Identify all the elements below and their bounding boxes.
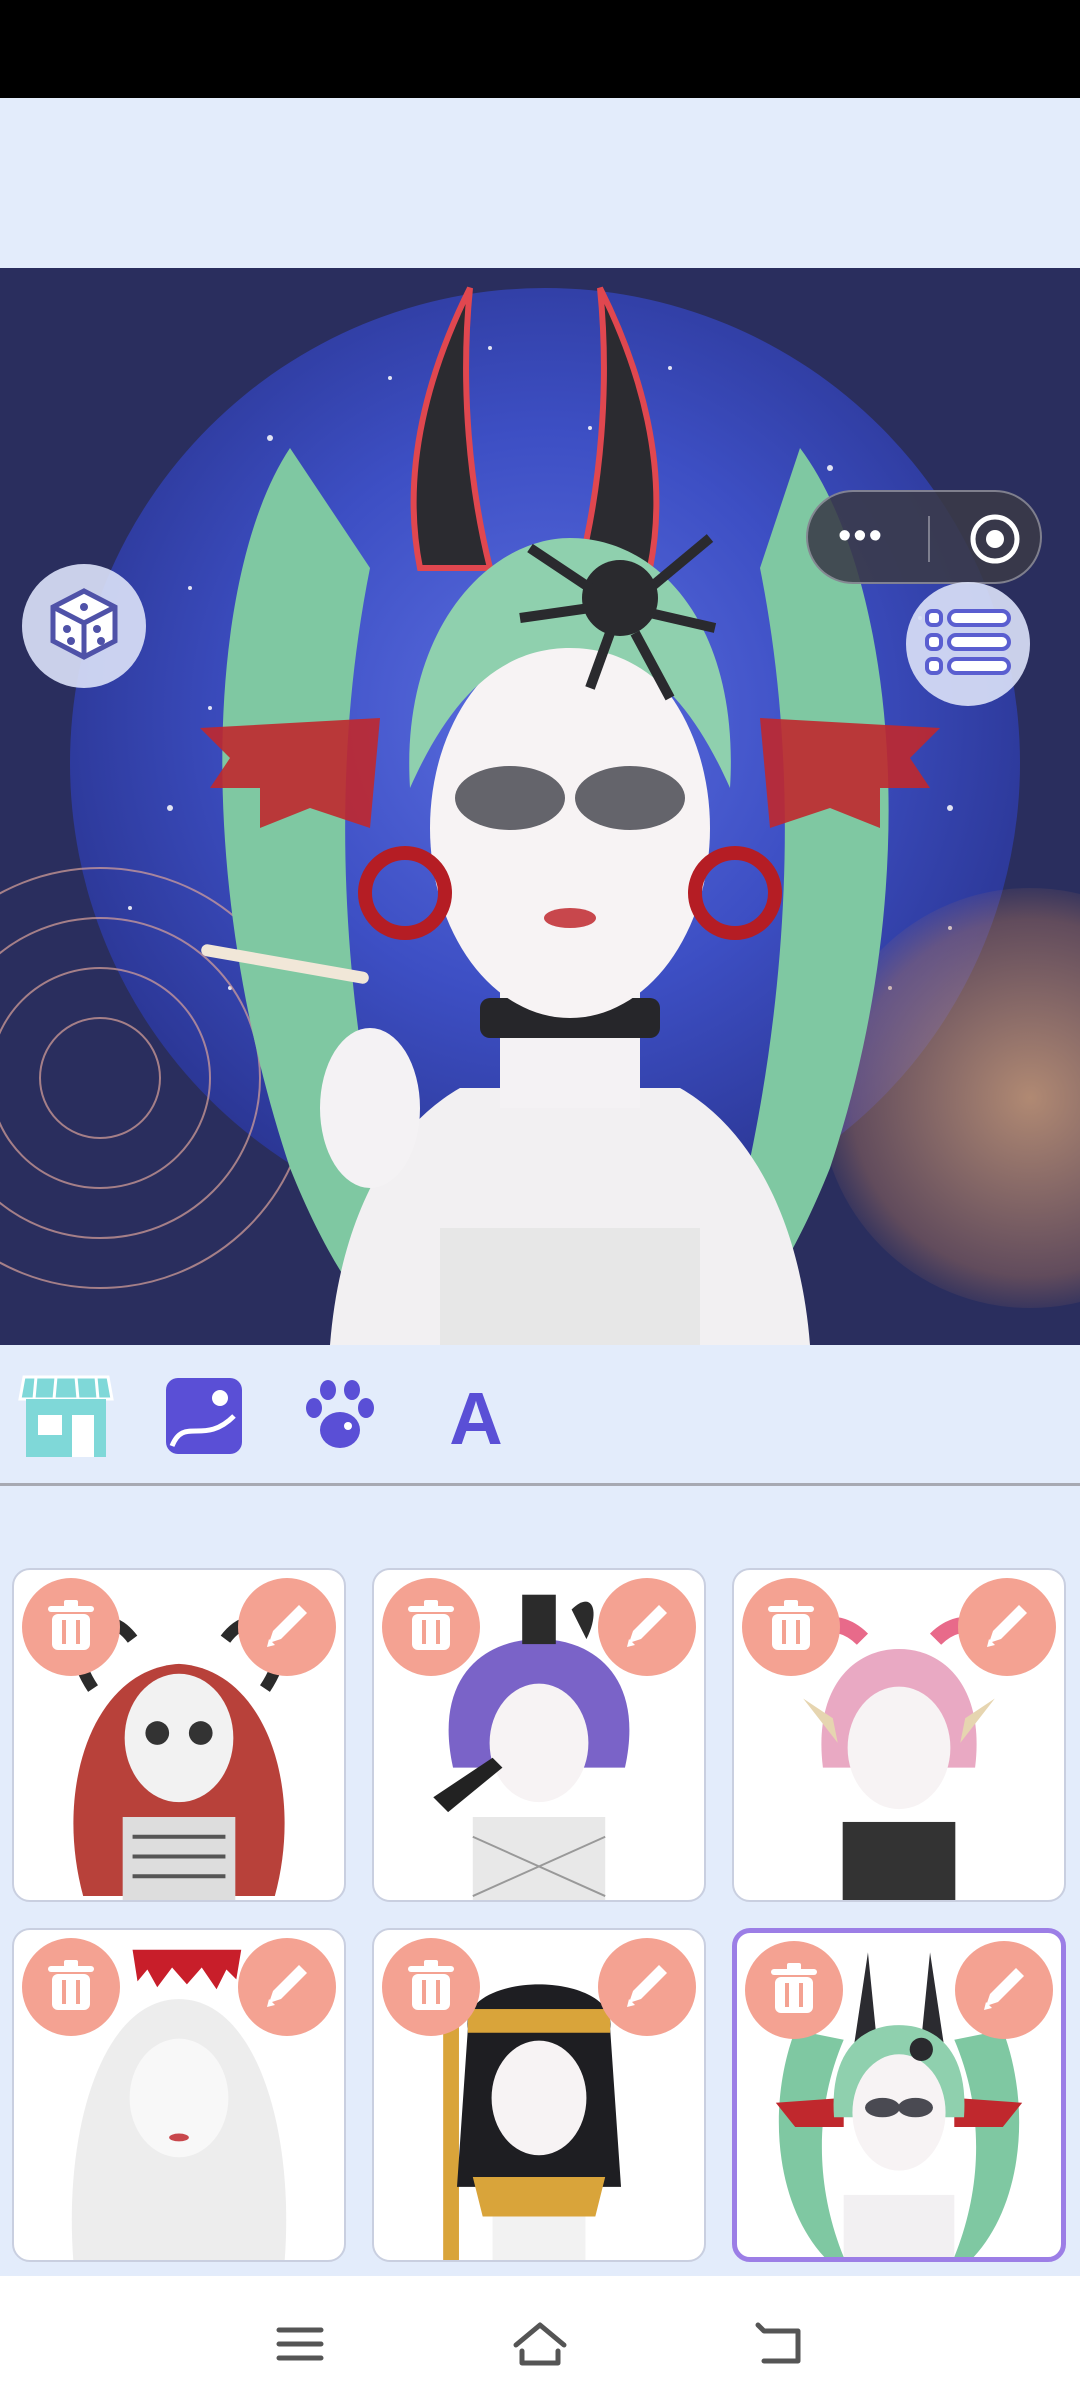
mini-program-capsule: •••	[806, 490, 1042, 584]
pencil-icon	[619, 1597, 675, 1658]
tab-pets[interactable]	[292, 1373, 388, 1463]
trash-icon	[46, 1958, 96, 2017]
menu-button[interactable]	[260, 2316, 340, 2376]
edit-character-button[interactable]	[238, 1578, 336, 1676]
top-spacer	[0, 98, 1080, 268]
pencil-icon	[259, 1597, 315, 1658]
menu-list-button[interactable]	[906, 582, 1030, 706]
system-nav-bar	[0, 2276, 1080, 2408]
dice-icon	[45, 585, 123, 668]
trash-icon	[46, 1598, 96, 1657]
pencil-icon	[259, 1957, 315, 2018]
edit-character-button[interactable]	[598, 1578, 696, 1676]
trash-icon	[406, 1958, 456, 2017]
status-bar	[0, 0, 1080, 98]
tab-shop[interactable]	[18, 1373, 114, 1463]
trash-icon	[406, 1598, 456, 1657]
background-image-icon	[164, 1376, 244, 1461]
delete-character-button[interactable]	[382, 1938, 480, 2036]
edit-character-button[interactable]	[958, 1578, 1056, 1676]
pencil-icon	[976, 1960, 1032, 2021]
letter-a-icon: A	[436, 1376, 516, 1461]
pencil-icon	[619, 1957, 675, 2018]
character-card-white-veil[interactable]	[12, 1928, 346, 2262]
character-stage: •••	[0, 268, 1080, 1345]
saved-characters-grid	[0, 1486, 1080, 2276]
category-tabs: A	[0, 1345, 1080, 1486]
delete-character-button[interactable]	[745, 1941, 843, 2039]
home-icon	[510, 2321, 570, 2372]
capsule-divider	[928, 516, 930, 562]
edit-character-button[interactable]	[955, 1941, 1053, 2039]
pencil-icon	[979, 1597, 1035, 1658]
delete-character-button[interactable]	[22, 1578, 120, 1676]
character-card-purple-hair[interactable]	[372, 1568, 706, 1902]
home-button[interactable]	[500, 2316, 580, 2376]
list-icon	[925, 608, 1011, 680]
random-dice-button[interactable]	[22, 564, 146, 688]
delete-character-button[interactable]	[22, 1938, 120, 2036]
character-card-green-twintails[interactable]	[732, 1928, 1066, 2262]
svg-text:A: A	[449, 1377, 502, 1456]
back-icon	[754, 2321, 806, 2372]
more-button[interactable]: •••	[838, 514, 884, 558]
target-icon[interactable]	[968, 512, 1022, 571]
character-card-pharaoh[interactable]	[372, 1928, 706, 2262]
delete-character-button[interactable]	[382, 1578, 480, 1676]
edit-character-button[interactable]	[598, 1938, 696, 2036]
tab-text[interactable]: A	[428, 1373, 524, 1463]
trash-icon	[769, 1961, 819, 2020]
edit-character-button[interactable]	[238, 1938, 336, 2036]
back-button[interactable]	[740, 2316, 820, 2376]
character-illustration	[200, 286, 940, 1345]
character-card-pink-hair[interactable]	[732, 1568, 1066, 1902]
delete-character-button[interactable]	[742, 1578, 840, 1676]
character-card-skeleton[interactable]	[12, 1568, 346, 1902]
paw-icon	[300, 1378, 380, 1459]
menu-icon	[275, 2324, 325, 2369]
shop-icon	[16, 1371, 116, 1466]
trash-icon	[766, 1598, 816, 1657]
tab-background[interactable]	[156, 1373, 252, 1463]
